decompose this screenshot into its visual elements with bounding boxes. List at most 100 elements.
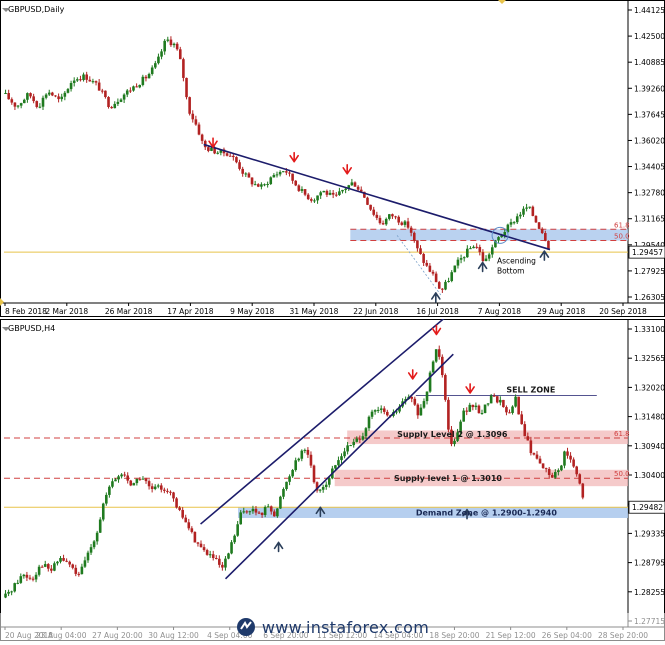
candle-body (353, 182, 357, 187)
y-tick-label: 1.28795 (634, 559, 665, 568)
supply-level-1-label: Supply level 1 @ 1.3010 (394, 474, 502, 483)
candle-body (132, 483, 136, 486)
candle-body (169, 491, 172, 493)
candle-body (235, 157, 238, 163)
y-tick-label: 1.30940 (634, 442, 665, 451)
candle-body (413, 398, 417, 405)
y-tick-label: 1.33100 (634, 325, 665, 334)
h4-chart-panel[interactable]: 1.33100 1.32565 1.32020 1.31480 1.30940 1.304… (0, 315, 665, 641)
candle-body (406, 221, 410, 228)
candle-body (79, 79, 82, 81)
chart-root: 1.44125 1.42500 1.40885 1.39260 1.37645 1.360… (0, 0, 665, 641)
candle-body (349, 445, 352, 447)
candle-body (468, 404, 472, 412)
candle-body (188, 97, 191, 114)
candle-body (41, 97, 45, 107)
candle-body (232, 155, 235, 158)
candle-body (428, 265, 432, 272)
candle-body (441, 288, 444, 290)
candle-body (38, 106, 42, 108)
candle-body (199, 543, 203, 548)
candle-body (316, 195, 319, 201)
candle-body (89, 547, 93, 553)
x-tick-label: 26 Mar 2018 (105, 307, 153, 316)
candle-body (10, 591, 13, 593)
candle-body (72, 80, 76, 84)
candle-body (59, 558, 62, 562)
candle-body (453, 265, 457, 273)
candle-body (453, 440, 456, 445)
candle-body (147, 481, 151, 487)
x-tick-label: 8 Feb 2018 (5, 307, 47, 316)
candle-body (29, 93, 32, 97)
candle-body (384, 218, 388, 225)
candle-body (62, 558, 65, 561)
candle-body (211, 554, 215, 559)
candle-body (495, 396, 499, 403)
candle-body (166, 39, 170, 41)
daily-chart-panel[interactable]: 1.44125 1.42500 1.40885 1.39260 1.37645 1.360… (0, 0, 665, 317)
y-tick-label: 1.29335 (634, 529, 665, 538)
candle-body (224, 558, 227, 568)
x-tick-label: 17 Apr 2018 (167, 307, 214, 316)
candle-body (372, 209, 376, 215)
candle-body (94, 81, 98, 83)
candle-body (22, 574, 26, 577)
candle-body (544, 468, 548, 470)
candle-body (529, 440, 533, 454)
candle-body (65, 560, 68, 562)
candle-body (60, 96, 64, 100)
symbol-label: GBPUSD,H4 (8, 324, 55, 333)
instaforex-logo-icon (236, 618, 255, 636)
candle-body (416, 404, 420, 416)
candle-body (337, 460, 340, 466)
candle-body (53, 563, 56, 571)
candle-body (544, 233, 547, 241)
candle-body (101, 503, 105, 520)
candle-body (163, 40, 166, 52)
x-tick-label: 9 May 2018 (230, 307, 274, 316)
candle-body (391, 214, 394, 217)
candle-body (575, 466, 578, 475)
candle-body (156, 485, 160, 487)
fib-618-label: 61.8 (614, 430, 630, 438)
candle-body (566, 451, 569, 456)
ascending-bottom-label: Ascending (497, 257, 536, 266)
candle-body (499, 399, 502, 403)
candle-body (538, 458, 542, 464)
candle-body (225, 153, 229, 156)
candle-body (285, 171, 288, 173)
candle-body (537, 222, 541, 229)
candle-body (366, 197, 369, 205)
candle-body (282, 489, 285, 497)
candle-body (254, 508, 258, 513)
candle-body (560, 465, 563, 471)
candle-body (444, 281, 447, 290)
candle-body (260, 184, 263, 187)
candle-body (19, 103, 23, 106)
candle-body (92, 541, 96, 548)
candle-body (376, 409, 380, 411)
candle-body (281, 171, 285, 173)
candle-body (117, 476, 120, 480)
candle-body (205, 550, 209, 555)
x-tick-label: 7 Aug 2018 (478, 307, 521, 316)
candle-body (481, 252, 485, 262)
candle-body (80, 566, 84, 575)
candle-body (251, 508, 255, 512)
candle-body (108, 486, 111, 495)
candle-body (364, 428, 368, 437)
candle-body (291, 470, 294, 477)
sell-zone-label: SELL ZONE (506, 385, 555, 394)
candle-body (122, 94, 126, 100)
candle-body (97, 82, 101, 91)
candle-body (266, 183, 269, 185)
candle-body (129, 90, 132, 92)
fib-500-label: 50.0 (614, 233, 630, 241)
candle-body (196, 542, 200, 544)
candle-body (477, 405, 481, 414)
candle-body (74, 567, 78, 574)
candle-body (185, 77, 188, 98)
candle-body (492, 395, 496, 397)
candle-body (554, 472, 557, 478)
